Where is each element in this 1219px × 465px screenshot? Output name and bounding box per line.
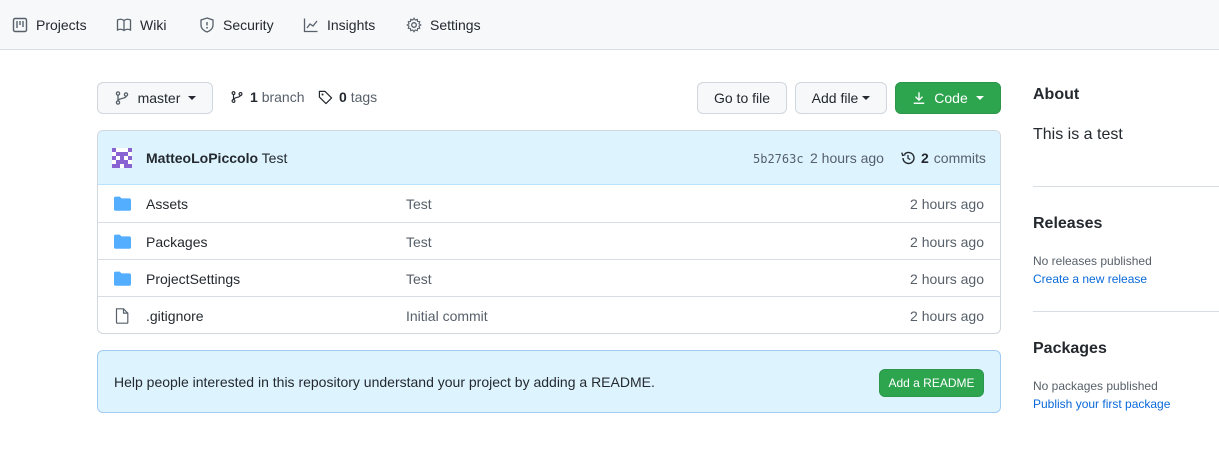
code-button[interactable]: Code — [895, 82, 1001, 114]
nav-label: Wiki — [140, 17, 167, 33]
nav-label: Projects — [36, 17, 87, 33]
file-name[interactable]: .gitignore — [146, 297, 204, 333]
avatar[interactable] — [112, 148, 132, 168]
code-label: Code — [934, 90, 968, 106]
branch-selector-button[interactable]: master — [97, 82, 213, 114]
nav-item-security[interactable]: Security — [199, 0, 274, 50]
packages-empty-text: No packages published — [1033, 379, 1158, 393]
file-commit-message[interactable]: Test — [406, 260, 432, 297]
add-file-label: Add file — [811, 90, 859, 106]
file-row[interactable]: ProjectSettings Test 2 hours ago — [98, 259, 1000, 296]
commit-sha[interactable]: 5b2763c — [753, 152, 804, 166]
folder-icon — [114, 185, 131, 222]
history-icon — [900, 150, 916, 166]
file-row[interactable]: Packages Test 2 hours ago — [98, 222, 1000, 259]
repo-nav: Projects Wiki Security Insights Settings — [0, 0, 1219, 50]
tag-count: 0 — [339, 89, 347, 105]
file-commit-message[interactable]: Initial commit — [406, 297, 488, 333]
releases-heading[interactable]: Releases — [1033, 215, 1102, 233]
file-icon — [115, 297, 129, 333]
releases-empty-text: No releases published — [1033, 254, 1152, 268]
nav-label: Settings — [430, 17, 481, 33]
commit-time: 2 hours ago — [810, 150, 884, 166]
file-name[interactable]: ProjectSettings — [146, 260, 240, 297]
graph-icon — [303, 17, 319, 33]
project-icon — [12, 17, 28, 33]
branch-label: branch — [261, 89, 305, 105]
file-time: 2 hours ago — [910, 270, 984, 287]
nav-label: Insights — [327, 17, 376, 33]
file-row[interactable]: .gitignore Initial commit 2 hours ago — [98, 296, 1000, 333]
file-name[interactable]: Packages — [146, 223, 207, 260]
book-icon — [116, 17, 132, 33]
file-name[interactable]: Assets — [146, 185, 188, 222]
about-heading: About — [1033, 86, 1080, 103]
add-file-button[interactable]: Add file — [795, 82, 887, 114]
nav-item-insights[interactable]: Insights — [303, 0, 375, 50]
file-time: 2 hours ago — [910, 233, 984, 250]
about-description: This is a test — [1033, 126, 1123, 143]
go-to-file-button[interactable]: Go to file — [697, 82, 787, 114]
branches-link[interactable]: 1 branch — [230, 86, 305, 108]
nav-item-wiki[interactable]: Wiki — [116, 0, 166, 50]
nav-item-projects[interactable]: Projects — [12, 0, 87, 50]
tag-icon — [318, 90, 333, 105]
branch-name: master — [137, 90, 181, 106]
commit-count: 2 — [921, 150, 929, 166]
commit-message[interactable]: Test — [262, 150, 288, 166]
file-time: 2 hours ago — [910, 195, 984, 212]
branch-count: 1 — [250, 89, 258, 105]
divider — [1033, 311, 1219, 312]
add-readme-label: Add a README — [888, 376, 975, 390]
chevron-down-icon — [975, 96, 984, 100]
publish-package-link[interactable]: Publish your first package — [1033, 397, 1170, 411]
commit-author[interactable]: MatteoLoPiccolo — [146, 150, 258, 166]
folder-icon — [114, 223, 131, 260]
file-listing: MatteoLoPiccolo Test 5b2763c 2 hours ago… — [97, 130, 1001, 334]
file-time: 2 hours ago — [910, 307, 984, 324]
tag-label: tags — [350, 89, 378, 105]
chevron-down-icon — [862, 96, 871, 100]
create-release-link[interactable]: Create a new release — [1033, 272, 1147, 286]
commits-link[interactable]: 2 commits — [900, 150, 986, 166]
git-branch-icon — [114, 90, 130, 106]
gear-icon — [406, 17, 422, 33]
go-to-file-label: Go to file — [713, 90, 771, 106]
chevron-down-icon — [188, 96, 197, 100]
tags-link[interactable]: 0 tags — [318, 86, 377, 108]
divider — [1033, 186, 1219, 187]
file-row[interactable]: Assets Test 2 hours ago — [98, 185, 1000, 222]
packages-heading[interactable]: Packages — [1033, 340, 1107, 358]
commit-label: commits — [933, 150, 986, 166]
add-readme-button[interactable]: Add a README — [879, 369, 984, 397]
file-commit-message[interactable]: Test — [406, 223, 432, 260]
nav-item-settings[interactable]: Settings — [406, 0, 481, 50]
readme-prompt-text: Help people interested in this repositor… — [114, 374, 655, 390]
latest-commit-bar: MatteoLoPiccolo Test 5b2763c 2 hours ago… — [98, 131, 1000, 185]
readme-prompt: Help people interested in this repositor… — [97, 350, 1001, 413]
git-branch-icon — [230, 89, 244, 105]
file-commit-message[interactable]: Test — [406, 185, 432, 222]
download-icon — [912, 91, 926, 105]
shield-icon — [199, 17, 215, 33]
nav-label: Security — [223, 17, 274, 33]
folder-icon — [114, 260, 131, 297]
